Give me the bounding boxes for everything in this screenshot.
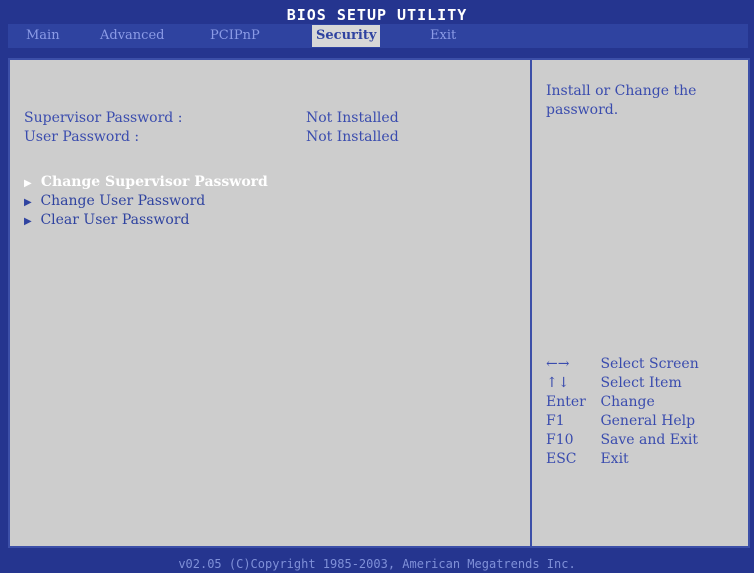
menu-bar: Main Advanced PCIPnP Security Exit [8, 24, 748, 48]
key-name: F1 [546, 413, 565, 429]
key-legend: ←→ Select Screen ↑↓ Select Item Enter Ch… [546, 355, 741, 469]
key-row-save-exit: F10 Save and Exit [546, 431, 741, 450]
key-row-exit: ESC Exit [546, 450, 741, 469]
menu-item-security[interactable]: Security [312, 25, 381, 47]
clear-user-password-option[interactable]: ▶ Clear User Password [24, 212, 189, 228]
user-password-status: Not Installed [306, 129, 399, 145]
key-name: ESC [546, 451, 577, 467]
menu-item-pcipnp[interactable]: PCIPnP [206, 25, 264, 47]
key-action: Change [600, 394, 655, 410]
help-description: Install or Change the password. [546, 83, 697, 118]
key-action: Exit [600, 451, 629, 467]
key-row-change: Enter Change [546, 393, 741, 412]
key-action: General Help [600, 413, 696, 429]
supervisor-password-status: Not Installed [306, 110, 399, 126]
bios-title: BIOS SETUP UTILITY [286, 6, 468, 24]
arrows-up-down-icon: ↑↓ [546, 375, 570, 391]
option-label: Clear User Password [40, 212, 190, 228]
bios-screen: BIOS SETUP UTILITY Main Advanced PCIPnP … [0, 0, 754, 573]
copyright-footer: v02.05 (C)Copyright 1985-2003, American … [0, 555, 754, 573]
supervisor-password-label: Supervisor Password : [24, 110, 183, 126]
chevron-right-icon: ▶ [24, 216, 32, 227]
key-action: Select Screen [600, 356, 699, 372]
panel-divider [530, 60, 532, 546]
key-action: Select Item [600, 375, 682, 391]
change-user-password-option[interactable]: ▶ Change User Password [24, 193, 205, 209]
menu-item-main[interactable]: Main [22, 25, 64, 47]
key-row-select-screen: ←→ Select Screen [546, 355, 741, 374]
chevron-right-icon: ▶ [24, 178, 32, 189]
key-name: F10 [546, 432, 574, 448]
key-name: Enter [546, 394, 586, 410]
menu-item-exit[interactable]: Exit [426, 25, 460, 47]
option-label: Change User Password [40, 193, 206, 209]
chevron-right-icon: ▶ [24, 197, 32, 208]
arrows-left-right-icon: ←→ [546, 356, 570, 372]
user-password-label: User Password : [24, 129, 140, 145]
key-row-select-item: ↑↓ Select Item [546, 374, 741, 393]
key-action: Save and Exit [600, 432, 699, 448]
change-supervisor-password-option[interactable]: ▶ Change Supervisor Password [24, 174, 268, 190]
option-label: Change Supervisor Password [40, 174, 268, 190]
key-row-general-help: F1 General Help [546, 412, 741, 431]
main-panel: Supervisor Password : Not Installed User… [8, 58, 750, 548]
menu-item-advanced[interactable]: Advanced [96, 25, 168, 47]
